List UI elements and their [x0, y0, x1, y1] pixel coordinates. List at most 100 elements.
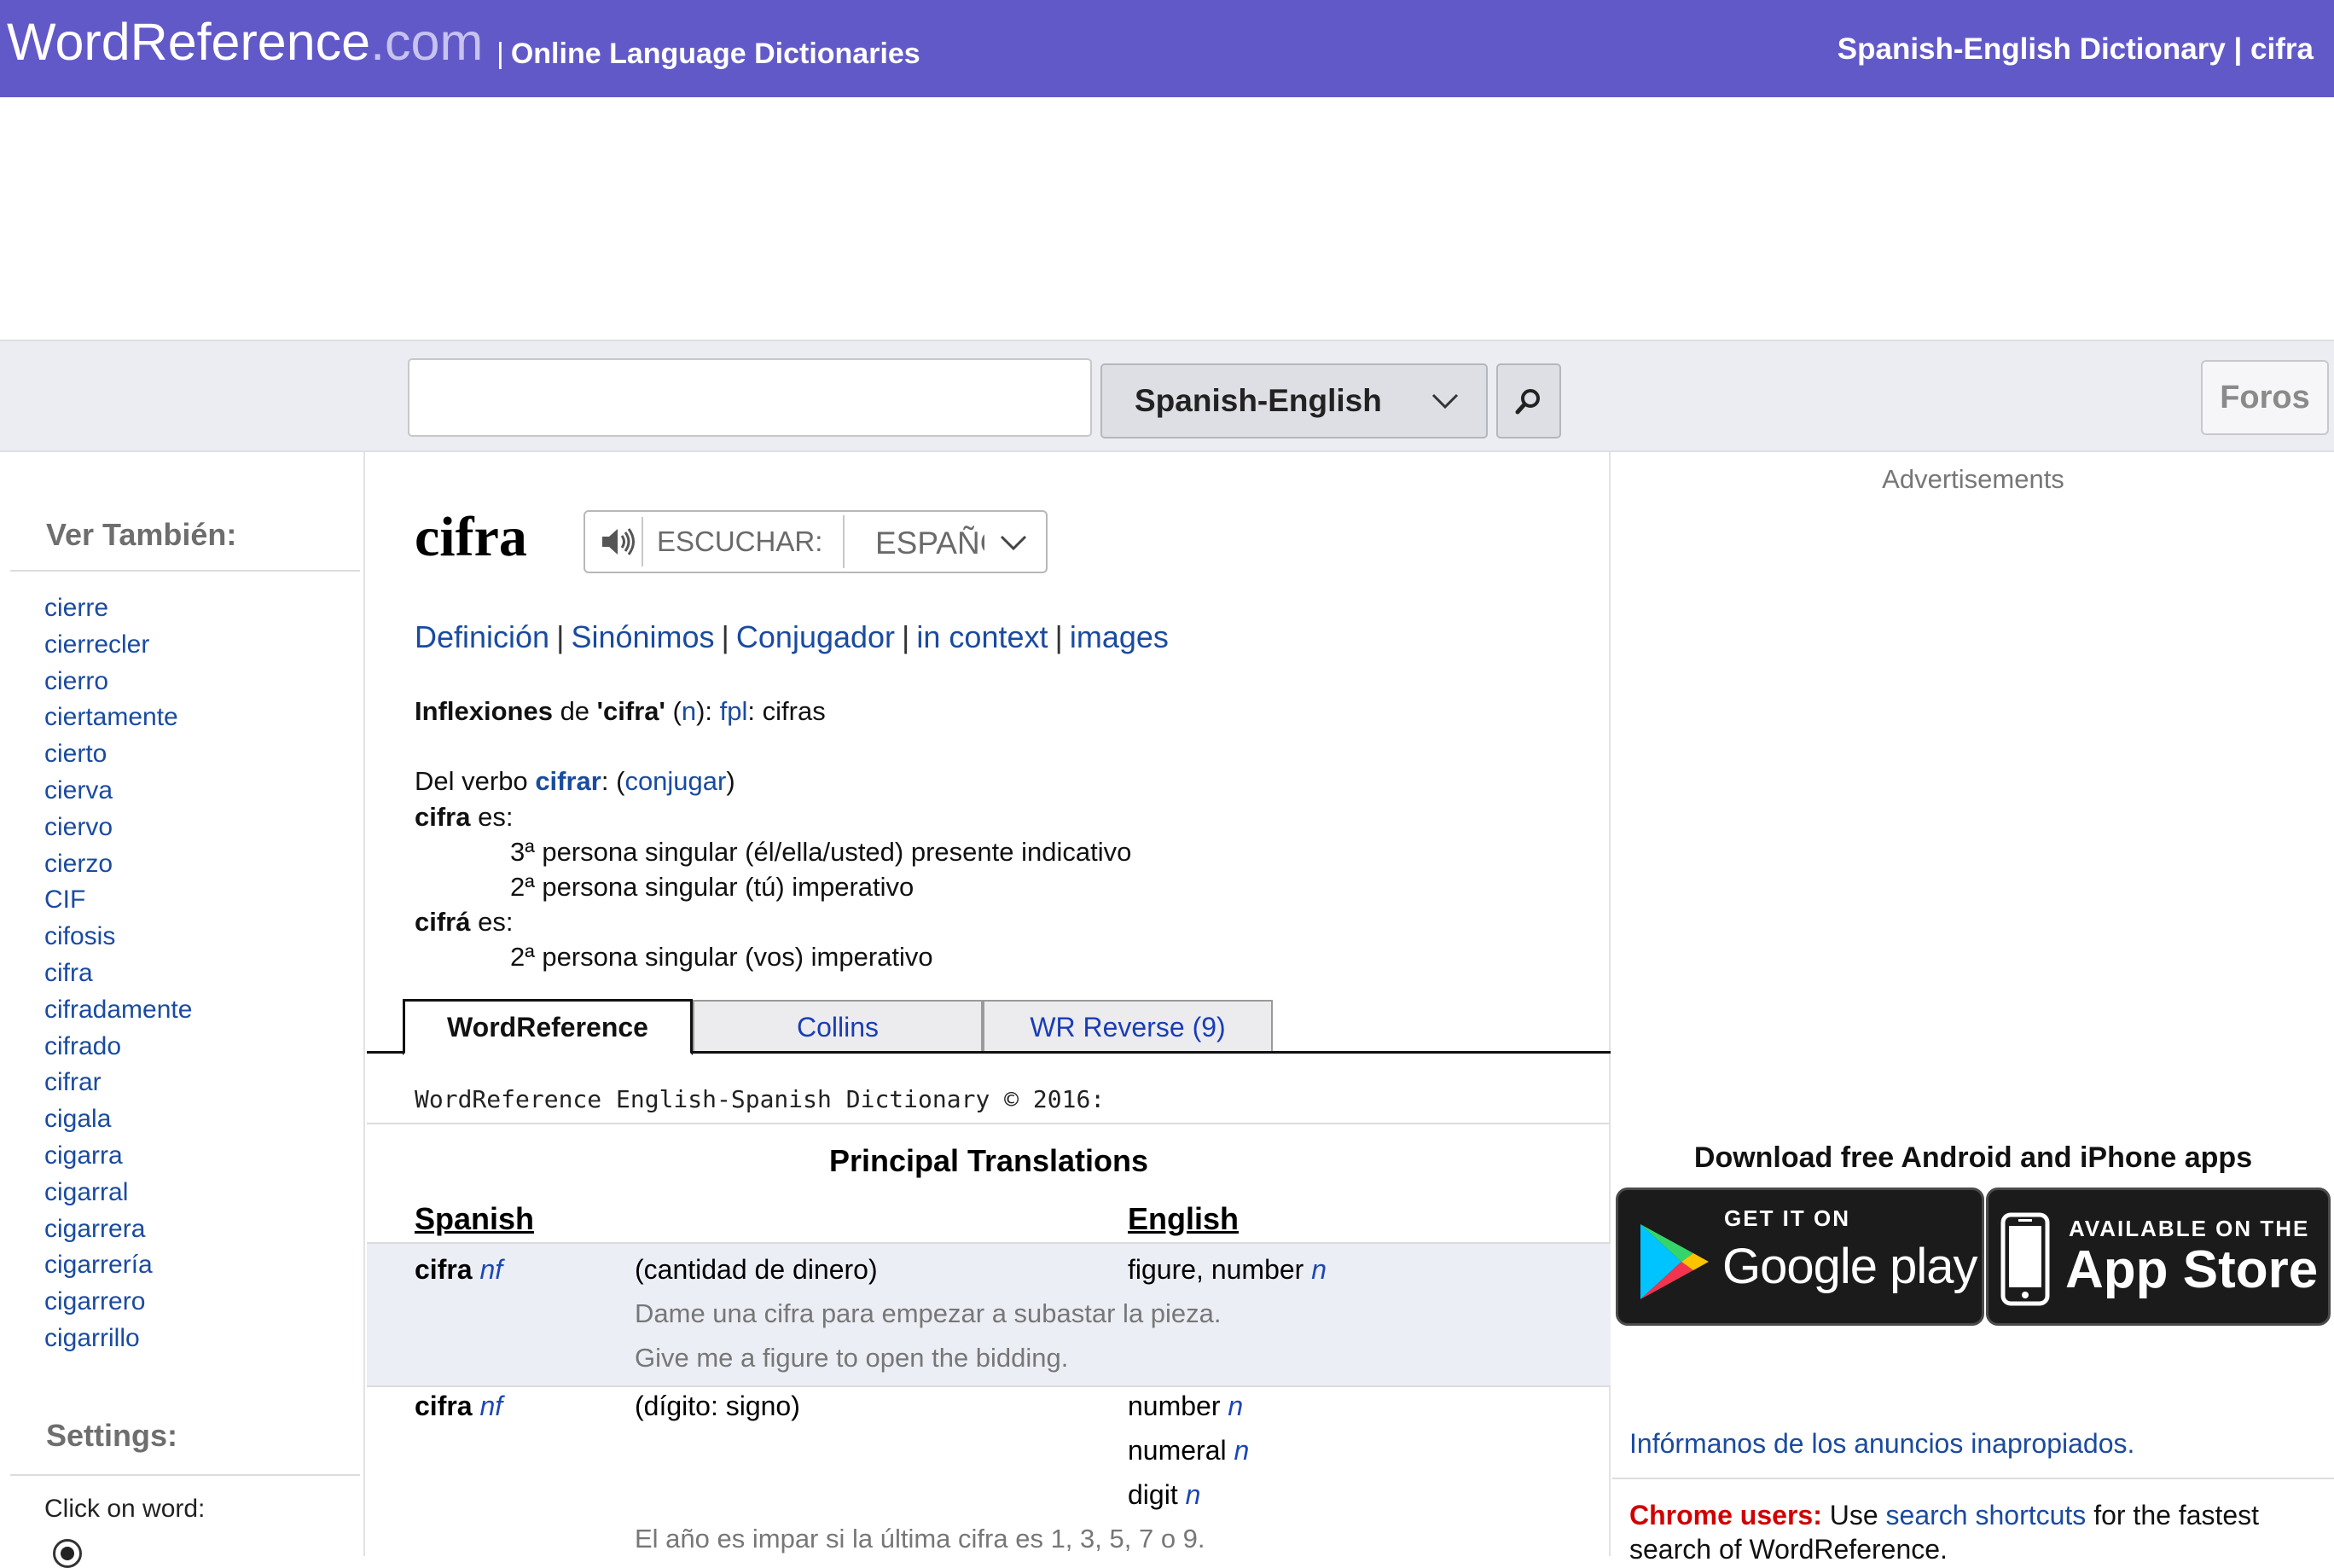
see-also-item[interactable]: cierva [44, 773, 192, 810]
sinonimos-link[interactable]: Sinónimos [571, 619, 714, 654]
search-shortcuts-link[interactable]: search shortcuts [1886, 1500, 2087, 1530]
tab-collins[interactable]: Collins [693, 1000, 983, 1053]
see-also-title: Ver También: [46, 517, 237, 552]
see-also-item[interactable]: cierrecler [44, 627, 192, 664]
see-also-item[interactable]: cierro [44, 664, 192, 700]
dictionary-copyright: WordReference English-Spanish Dictionary… [415, 1085, 1106, 1113]
verb-form-desc: 2ª persona singular (tú) imperativo [510, 872, 914, 902]
verb-link[interactable]: cifrar [535, 766, 601, 796]
settings-title: Settings: [46, 1418, 178, 1453]
speaker-button[interactable] [594, 517, 643, 566]
see-also-item[interactable]: cigarrero [44, 1284, 192, 1321]
in-context-link[interactable]: in context [916, 619, 1048, 654]
click-option-radio[interactable] [53, 1539, 82, 1568]
app-store-text: App Store [2065, 1240, 2319, 1299]
inflection-pos-link[interactable]: n [682, 696, 696, 726]
tab-wordreference[interactable]: WordReference [403, 999, 693, 1055]
row-translation: numeral n [1128, 1435, 1250, 1466]
see-also-item[interactable]: cigarral [44, 1175, 192, 1211]
link-separator: | [721, 619, 729, 654]
verb-form-desc: 2ª persona singular (vos) imperativo [510, 942, 933, 972]
see-also-item[interactable]: cigarra [44, 1138, 192, 1175]
verb-origin-line: Del verbo cifrar: (conjugar) [415, 766, 735, 796]
see-also-item[interactable]: cierre [44, 590, 192, 627]
chevron-down-icon[interactable] [998, 527, 1029, 558]
verb-form-desc: 3ª persona singular (él/ella/usted) pres… [510, 837, 1132, 867]
inflection-form-link[interactable]: fpl [720, 696, 748, 726]
logo-main: WordReference [7, 13, 371, 71]
dictionary-title: Spanish-English Dictionary | cifra [1837, 32, 2314, 66]
tagline-text: Online Language Dictionaries [510, 38, 920, 70]
conjugar-link[interactable]: conjugar [624, 766, 726, 796]
tagline-pipe: | [496, 38, 504, 70]
search-button[interactable] [1496, 363, 1561, 438]
chrome-users-label: Chrome users: [1629, 1500, 1822, 1530]
see-also-item[interactable]: cigarrería [44, 1247, 192, 1284]
see-also-item[interactable]: ciertamente [44, 700, 192, 736]
listen-label: ESCUCHAR: [657, 526, 823, 557]
example-english: Give me a figure to open the bidding. [635, 1343, 1069, 1373]
apps-title: Download free Android and iPhone apps [1693, 1141, 2253, 1174]
definicion-link[interactable]: Definición [415, 619, 549, 654]
search-icon [1515, 389, 1540, 415]
see-also-item[interactable]: cigala [44, 1101, 192, 1138]
see-also-item[interactable]: cierzo [44, 846, 192, 883]
see-also-item[interactable]: cifrado [44, 1029, 192, 1066]
chevron-down-icon [1431, 393, 1459, 409]
row-translation: digit n [1128, 1479, 1201, 1510]
site-header: WordReference.com | Online Language Dicti… [0, 0, 2334, 97]
report-ads-link[interactable]: Infórmanos de los anuncios inapropiados. [1629, 1428, 2134, 1460]
phone-icon [2000, 1212, 2050, 1306]
google-play-badge[interactable]: GET IT ON Google play [1616, 1188, 1984, 1326]
listen-control[interactable]: ESCUCHAR: ESPAÑOL [584, 510, 1048, 573]
search-input[interactable] [408, 358, 1092, 437]
site-tagline: | Online Language Dictionaries [496, 38, 920, 71]
see-also-item[interactable]: cierto [44, 736, 192, 773]
google-play-small-text: GET IT ON [1724, 1205, 1850, 1231]
google-play-icon [1640, 1224, 1709, 1299]
verb-form-2: cifrá es: [415, 907, 514, 937]
images-link[interactable]: images [1070, 619, 1169, 654]
chrome-users-note: Chrome users: Use search shortcuts for t… [1629, 1500, 2260, 1565]
divider [367, 1385, 1611, 1387]
headword: cifra [415, 506, 527, 568]
site-logo[interactable]: WordReference.com [7, 12, 483, 72]
see-also-item[interactable]: cifra [44, 955, 192, 992]
see-also-item[interactable]: CIF [44, 882, 192, 919]
main-content: cifra ESCUCHAR: ESPAÑOL Definición|Sinón… [367, 452, 1611, 1556]
example-spanish: Dame una cifra para empezar a subastar l… [635, 1298, 1222, 1328]
row-sense: (cantidad de dinero) [635, 1254, 878, 1285]
conjugador-link[interactable]: Conjugador [736, 619, 895, 654]
advertisements-label: Advertisements [1882, 464, 2064, 494]
see-also-item[interactable]: cigarrera [44, 1211, 192, 1248]
listen-language[interactable]: ESPAÑOL [875, 526, 984, 561]
dictionary-select[interactable]: Spanish-English [1100, 363, 1488, 438]
row-translation: number n [1128, 1391, 1244, 1421]
listen-divider [843, 515, 845, 568]
divider [1612, 1478, 2334, 1479]
example-spanish: El año es impar si la última cifra es 1,… [635, 1524, 1205, 1553]
right-sidebar: Advertisements Download free Android and… [1612, 452, 2334, 1565]
column-header-english: English [1128, 1201, 1240, 1236]
row-sense: (dígito: signo) [635, 1391, 800, 1421]
link-separator: | [902, 619, 910, 654]
link-separator: | [1054, 619, 1063, 654]
row-translation: figure, number n [1128, 1254, 1327, 1285]
principal-translations-title: Principal Translations [828, 1143, 1149, 1178]
see-also-item[interactable]: cifrar [44, 1065, 192, 1101]
see-also-item[interactable]: cifradamente [44, 992, 192, 1029]
see-also-item[interactable]: ciervo [44, 810, 192, 846]
app-store-badge[interactable]: AVAILABLE ON THE App Store [1986, 1188, 2331, 1326]
app-store-small-text: AVAILABLE ON THE [2069, 1216, 2310, 1241]
forums-button[interactable]: Foros [2201, 360, 2329, 435]
left-sidebar: Ver También: cierre cierrecler cierro ci… [0, 452, 365, 1568]
dictionary-select-value: Spanish-English [1135, 383, 1382, 418]
inflections-line: Inflexiones de 'cifra' (n): fpl: cifras [415, 696, 826, 726]
settings-divider [10, 1474, 360, 1476]
row-term: cifra nf [415, 1391, 503, 1421]
column-header-spanish: Spanish [415, 1201, 535, 1236]
link-separator: | [556, 619, 565, 654]
tab-wr-reverse[interactable]: WR Reverse (9) [983, 1000, 1273, 1053]
see-also-item[interactable]: cigarrillo [44, 1321, 192, 1357]
see-also-item[interactable]: cifosis [44, 919, 192, 955]
